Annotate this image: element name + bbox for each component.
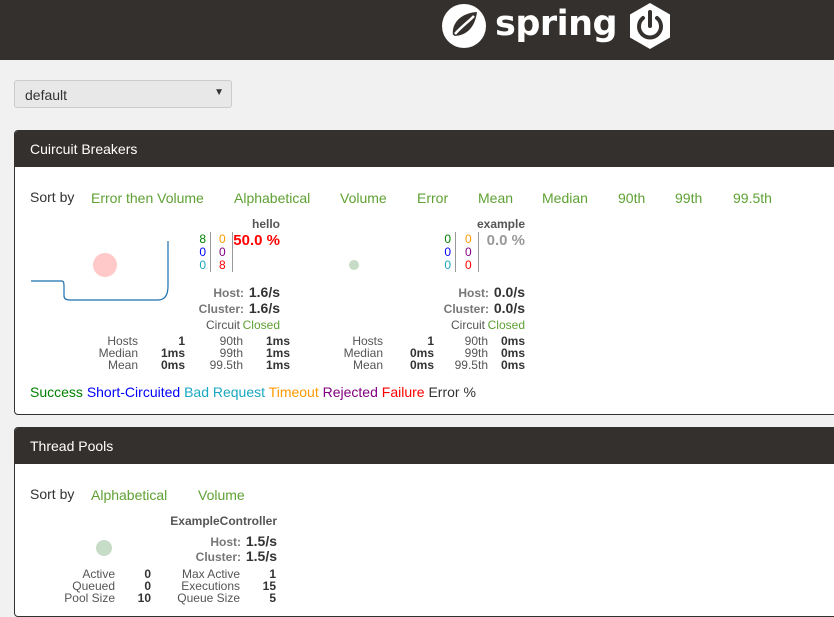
circuit-hello-host-label: Host: [213,286,244,300]
stat-label: Mean [352,358,383,372]
thread-pools-title: Thread Pools [15,428,834,464]
stat-label: 99.5th [454,358,488,372]
stat-value: 0ms [409,358,434,372]
stat-value: 0ms [500,358,525,372]
circuit-example-sparkline [349,260,359,270]
thread-pool-host-rate: 1.5/s [245,533,277,549]
legend-error-pct: Error % [428,384,476,400]
thread-pool-sparkline [96,540,112,556]
circuit-example-cluster-label: Cluster: [443,302,489,316]
thread-pool-cluster-rate: 1.5/s [245,548,277,564]
sort-by-label: Sort by [30,189,75,205]
circuit-example-host-label: Host: [458,286,489,300]
sort-median[interactable]: Median [542,190,588,206]
thread-pool-cluster-label: Cluster: [195,550,241,564]
thread-pool-host-label: Host: [210,535,241,549]
sort-alphabetical[interactable]: Alphabetical [234,190,310,206]
legend-failure: Failure [381,384,425,400]
circuit-hello-circuit-label: Circuit [205,318,240,332]
circuit-example-cluster-rate: 0.0/s [493,300,525,316]
legend-bad-request: Bad Request [184,384,266,400]
stat-label: Queue Size [177,591,240,605]
circuit-example-bad-request: 0 [444,258,451,272]
thread-pool-name: ExampleController [170,514,277,528]
status-legend: Success Short-Circuited Bad Request Time… [30,384,476,400]
filter-select[interactable]: default ▼ [14,80,232,108]
spring-leaf-icon [442,4,486,48]
stat-value: 1ms [265,358,290,372]
circuit-example-failure: 0 [465,258,472,272]
thread-pool-example-controller[interactable]: ExampleController Host: 1.5/s Cluster: 1… [30,513,277,608]
circuit-example-short-circuited: 0 [444,245,451,259]
circuit-example-timeout: 0 [465,232,472,246]
circuit-example-circuit-status: Closed [487,318,525,332]
thread-sort-by-label: Sort by [30,486,75,502]
stat-label: Pool Size [64,591,115,605]
sort-mean[interactable]: Mean [478,190,513,206]
stat-label: Mean [107,358,138,372]
legend-rejected: Rejected [322,384,378,400]
legend-short-circuited: Short-Circuited [86,384,181,400]
sort-error[interactable]: Error [417,190,448,206]
circuit-hello-circuit-status: Closed [242,318,280,332]
logo-text: spring [495,4,618,44]
filter-select-value: default [25,87,68,103]
thread-pool-health-circle [96,540,112,556]
sort-error-then-volume[interactable]: Error then Volume [91,190,204,206]
circuit-example-error-pct: 0.0 % [486,232,525,249]
circuit-hello-error-pct: 50.0 % [233,232,280,249]
sort-90th[interactable]: 90th [618,190,645,206]
legend-success: Success [30,384,83,400]
circuit-example-rejected: 0 [465,245,472,259]
circuit-example[interactable]: example 0 0 0 0 0 0 0.0 % Host: 0.0/s Cl… [290,216,525,376]
top-bar: spring [0,0,834,60]
sort-99-5th[interactable]: 99.5th [733,190,772,206]
thread-sort-volume[interactable]: Volume [198,487,245,503]
circuit-hello-health-circle [93,253,117,277]
circuit-hello-cluster-rate: 1.6/s [248,300,280,316]
spring-boot-power-icon [626,2,674,55]
circuit-hello-host-rate: 1.6/s [248,284,280,300]
stat-label: 99.5th [209,358,243,372]
legend-timeout: Timeout [268,384,319,400]
circuit-example-circuit-label: Circuit [450,318,485,332]
circuit-hello[interactable]: hello 8 0 0 0 0 8 50.0 % Host: 1.6/s Clu… [30,216,290,376]
thread-pools-panel: Thread Pools Sort by Alphabetical Volume… [14,427,834,617]
chevron-down-icon: ▼ [214,87,224,98]
circuit-example-host-rate: 0.0/s [493,284,525,300]
sort-volume[interactable]: Volume [340,190,387,206]
stat-value: 0ms [160,358,185,372]
spring-logo: spring [441,2,618,50]
stat-value: 10 [137,591,151,605]
circuit-hello-cluster-label: Cluster: [198,302,244,316]
circuit-hello-success: 8 [199,232,206,246]
circuit-breakers-panel: Cuircuit Breakers Sort by Error then Vol… [14,130,834,415]
circuit-hello-short-circuited: 0 [199,245,206,259]
circuit-example-success: 0 [444,232,451,246]
thread-sort-alphabetical[interactable]: Alphabetical [91,487,167,503]
circuit-hello-timeout: 0 [219,232,226,246]
circuit-hello-name: hello [251,217,280,231]
sort-99th[interactable]: 99th [675,190,702,206]
circuit-example-name: example [476,217,525,231]
circuit-hello-rejected: 0 [219,245,226,259]
circuit-hello-failure: 8 [219,258,226,272]
circuit-example-health-circle [349,260,359,270]
circuit-breakers-title: Cuircuit Breakers [15,131,834,167]
circuit-hello-bad-request: 0 [199,258,206,272]
stat-value: 5 [269,591,276,605]
